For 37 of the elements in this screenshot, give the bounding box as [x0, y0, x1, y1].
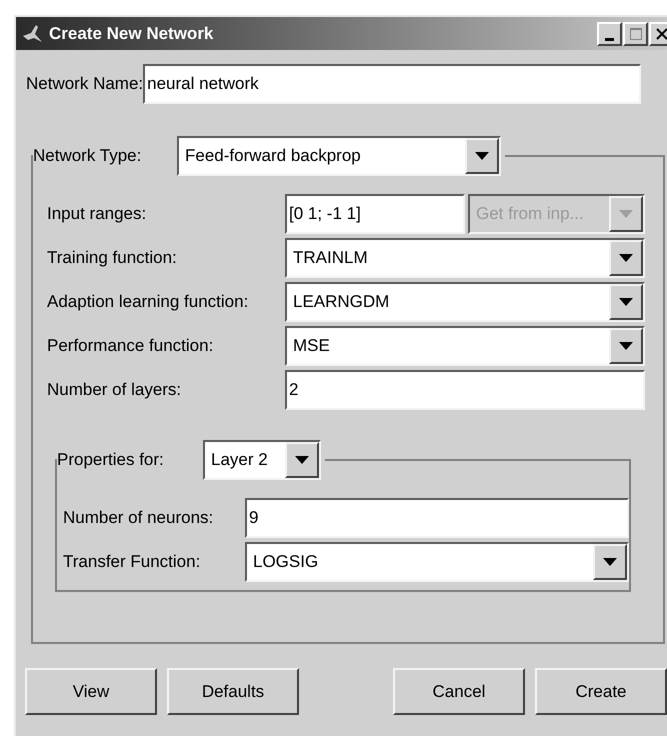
dialog-button[interactable]: Defaults [167, 668, 299, 715]
dropdown[interactable]: LEARNGDM [285, 282, 645, 322]
field-label: Network Type: [33, 145, 142, 168]
dialog-button[interactable]: Create [535, 668, 667, 715]
maximize-button[interactable] [623, 22, 648, 46]
dropdown[interactable]: Feed-forward backprop [177, 136, 501, 176]
dropdown-arrow-icon [475, 152, 489, 160]
dropdown[interactable]: Layer 2 [203, 440, 321, 480]
window-title: Create New Network [49, 22, 214, 45]
dropdown-arrow-icon [619, 254, 633, 262]
text-field[interactable]: 2 [285, 370, 645, 410]
dropdown-arrow-icon [619, 298, 633, 306]
field-label: Transfer Function: [63, 551, 202, 574]
close-icon [656, 28, 667, 40]
field-label: Number of neurons: [63, 507, 214, 530]
dropdown[interactable]: MSE [285, 326, 645, 366]
dropdown-arrow-icon [619, 210, 633, 218]
dialog-button[interactable]: View [25, 668, 157, 715]
field-label: Performance function: [47, 335, 214, 358]
dropdown-arrow-icon [619, 342, 633, 350]
app-logo-icon [22, 24, 44, 44]
dropdown-arrow-icon [603, 558, 617, 566]
dropdown[interactable]: LOGSIG [245, 542, 629, 582]
field-label: Properties for: [57, 449, 165, 472]
field-label: Adaption learning function: [47, 291, 250, 314]
dialog-button[interactable]: Cancel [393, 668, 525, 715]
field-label: Number of layers: [47, 379, 182, 402]
dropdown-arrow-icon [295, 456, 309, 464]
text-field[interactable]: [0 1; -1 1] [285, 194, 465, 234]
text-field[interactable]: 9 [245, 498, 629, 538]
text-field[interactable]: neural network [143, 64, 642, 104]
close-button[interactable] [649, 22, 667, 46]
field-label: Input ranges: [47, 203, 148, 226]
field-label: Network Name: [26, 73, 144, 96]
field-label: Training function: [47, 247, 178, 270]
minimize-button[interactable] [597, 22, 622, 46]
dropdown[interactable]: TRAINLM [285, 238, 645, 278]
